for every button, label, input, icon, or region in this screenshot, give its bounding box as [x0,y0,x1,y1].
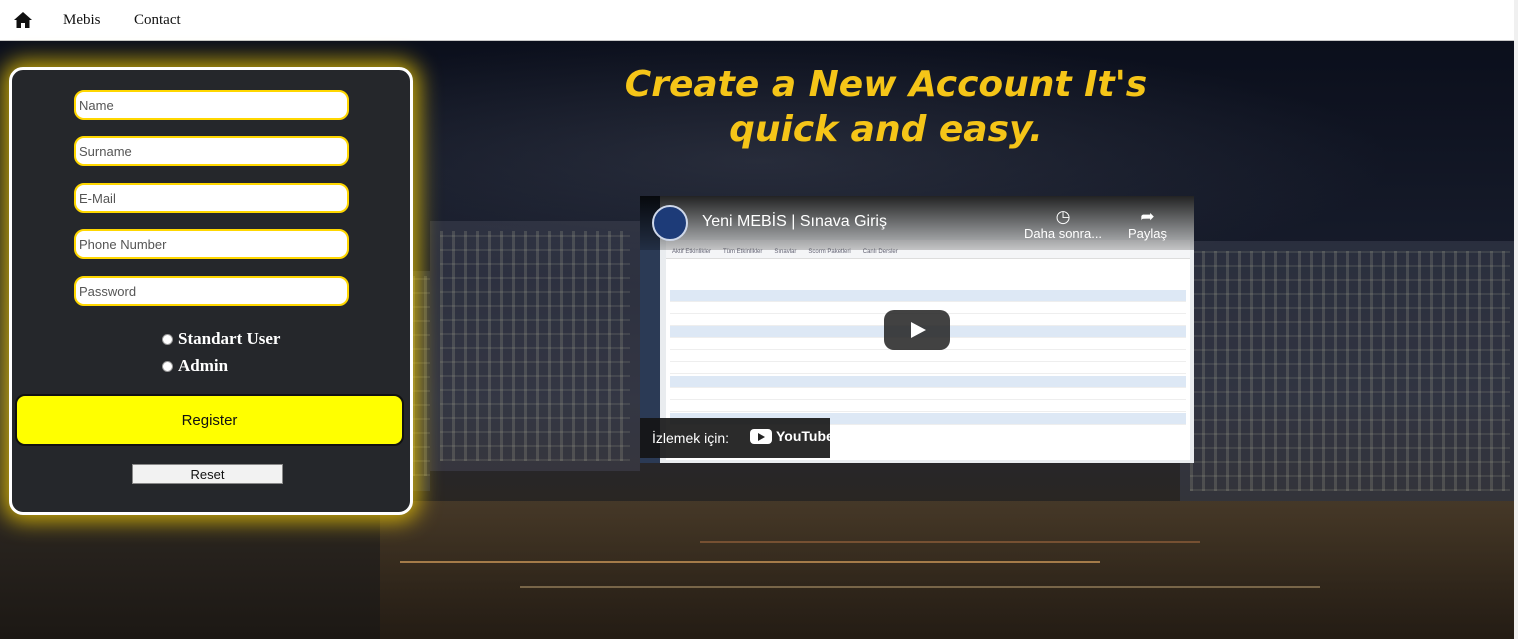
radio-label: Admin [178,356,229,375]
share-label: Paylaş [1128,226,1168,241]
phone-field[interactable] [74,229,349,259]
password-field[interactable] [74,276,349,306]
register-button[interactable]: Register [15,394,404,446]
share-button[interactable]: ➦ Paylaş [1128,207,1168,242]
radio-label: Standart User [178,329,281,348]
radio-button[interactable] [162,333,173,345]
share-arrow-icon: ➦ [1140,207,1155,226]
clock-icon: ◷ [1055,207,1071,226]
home-icon[interactable] [13,11,33,29]
headline-line-2: quick and easy. [729,109,1043,150]
watch-on-youtube-button[interactable]: İzlemek için: YouTube [640,418,834,458]
reset-button[interactable]: Reset [132,464,283,484]
nav-link-contact[interactable]: Contact [134,12,181,29]
page-headline: Create a New Account It's quick and easy… [600,62,1172,152]
radio-admin[interactable]: Admin [162,356,228,376]
watch-on-label: İzlemek için: [652,430,730,446]
video-title[interactable]: Yeni MEBİS | Sınava Giriş [702,213,887,231]
play-button[interactable] [884,310,950,350]
top-navbar: Mebis Contact [0,0,1518,41]
youtube-logo-icon [750,428,772,444]
youtube-embed[interactable]: Aktif Etkinlikler Tüm Etkinlikler Sınavlar… [640,196,1194,463]
name-field[interactable] [74,90,349,120]
surname-field[interactable] [74,136,349,166]
radio-standart-user[interactable]: Standart User [162,329,280,349]
nav-link-mebis[interactable]: Mebis [63,12,101,29]
window-edge [1514,0,1518,639]
registration-form: Standart User Admin Register Reset [9,67,413,515]
radio-button[interactable] [162,360,173,372]
email-field[interactable] [74,183,349,213]
headline-line-1: Create a New Account It's [624,64,1148,105]
channel-logo-icon[interactable] [652,205,688,241]
youtube-label: YouTube [776,428,834,444]
watch-later-label: Daha sonra... [1024,226,1103,241]
watch-later-button[interactable]: ◷ Daha sonra... [1024,207,1103,242]
